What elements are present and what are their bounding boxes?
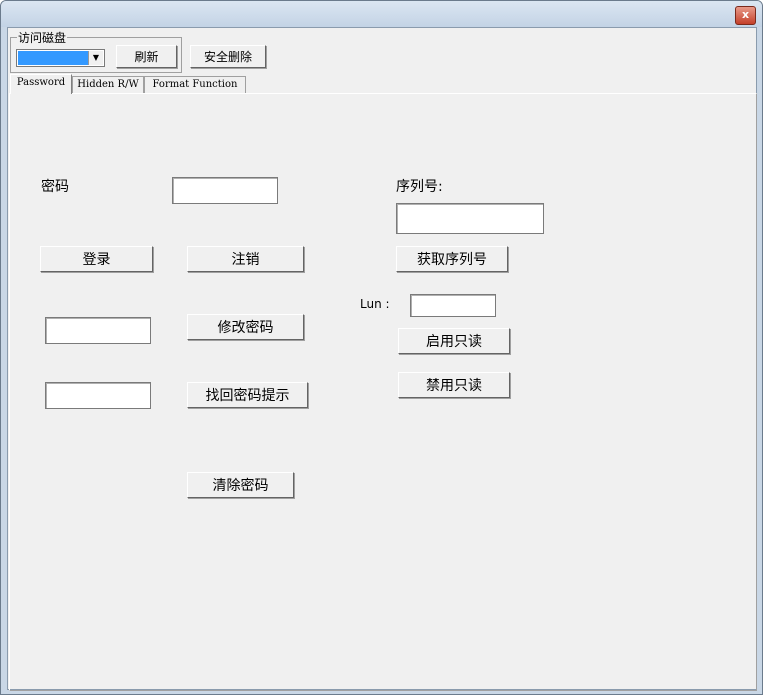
serial-label: 序列号: <box>396 179 443 195</box>
recover-hint-button[interactable]: 找回密码提示 <box>187 382 308 408</box>
disk-access-group-title: 访问磁盘 <box>17 29 68 46</box>
secure-delete-button[interactable]: 安全删除 <box>190 45 266 68</box>
tab-password[interactable]: Password <box>10 74 72 94</box>
disk-access-group: 访问磁盘 ▼ 刷新 <box>10 29 182 73</box>
chevron-down-icon[interactable]: ▼ <box>88 51 103 65</box>
login-button[interactable]: 登录 <box>40 246 153 272</box>
tab-hidden-rw[interactable]: Hidden R/W <box>72 76 144 93</box>
password-label: 密码 <box>41 179 69 195</box>
logout-button[interactable]: 注销 <box>187 246 304 272</box>
enable-readonly-button[interactable]: 启用只读 <box>398 328 510 354</box>
serial-number-input[interactable] <box>396 203 544 234</box>
disable-readonly-button[interactable]: 禁用只读 <box>398 372 510 398</box>
get-serial-button[interactable]: 获取序列号 <box>396 246 508 272</box>
drive-select-value <box>18 51 88 65</box>
clear-password-button[interactable]: 清除密码 <box>187 472 294 498</box>
close-icon: x <box>741 8 750 21</box>
title-bar[interactable]: x <box>1 1 762 27</box>
refresh-button[interactable]: 刷新 <box>116 45 177 68</box>
change-password-button[interactable]: 修改密码 <box>187 314 304 340</box>
lun-input[interactable] <box>410 294 496 317</box>
app-window: x 访问磁盘 ▼ 刷新 安全删除 Password Hidden R/W For… <box>0 0 763 695</box>
password-input[interactable] <box>172 177 278 204</box>
client-area: 访问磁盘 ▼ 刷新 安全删除 Password Hidden R/W Forma… <box>7 27 757 691</box>
lun-label: Lun : <box>360 297 390 311</box>
tab-format-function[interactable]: Format Function <box>144 76 246 93</box>
new-password-input[interactable] <box>45 317 151 344</box>
password-tab-panel: 密码 登录 注销 修改密码 找回密码提示 清除密码 序列号: 获取序列号 Lun… <box>9 93 757 691</box>
close-button[interactable]: x <box>735 6 756 25</box>
password-hint-input[interactable] <box>45 382 151 409</box>
drive-select[interactable]: ▼ <box>16 49 105 67</box>
